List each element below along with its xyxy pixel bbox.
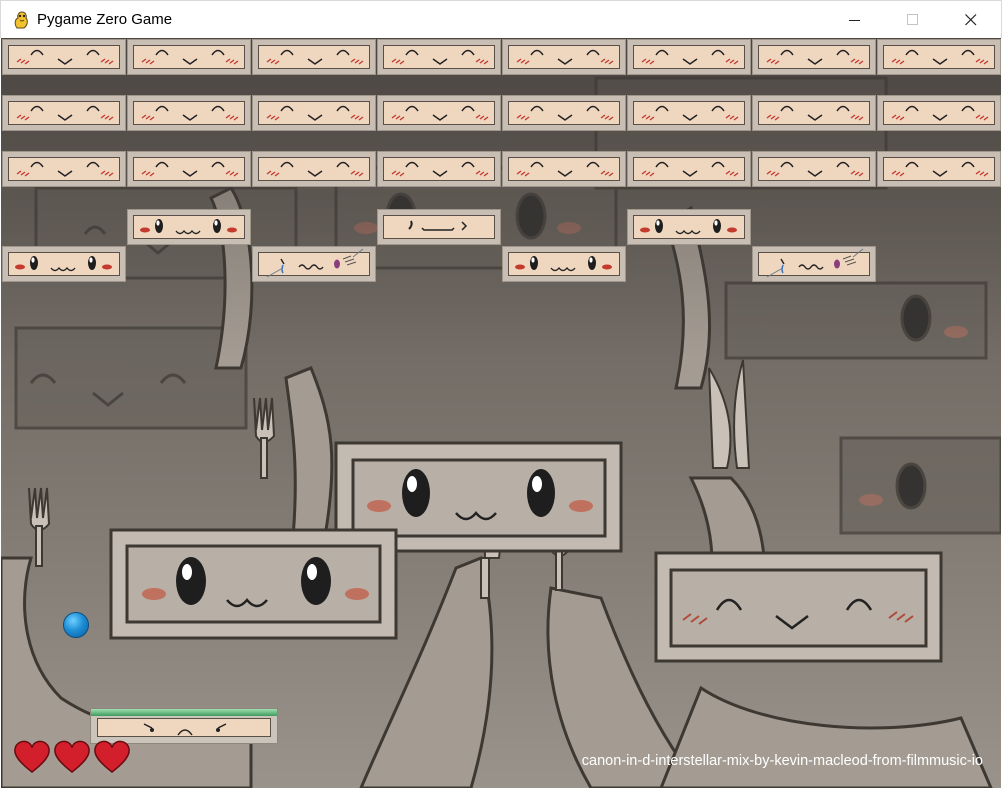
heart-icon bbox=[54, 740, 90, 773]
brick-annoyed bbox=[377, 208, 501, 245]
brick-eyes bbox=[2, 246, 126, 282]
crying-face-icon bbox=[766, 248, 864, 278]
heart-icon bbox=[14, 740, 50, 773]
happy-face-icon bbox=[766, 105, 864, 121]
close-icon bbox=[965, 14, 977, 26]
brick-happy bbox=[252, 151, 376, 187]
happy-face-icon bbox=[641, 49, 739, 65]
happy-face-icon bbox=[516, 49, 614, 65]
happy-face-icon bbox=[16, 49, 114, 65]
happy-face-icon bbox=[391, 161, 489, 177]
brick-eyes bbox=[627, 208, 751, 245]
happy-face-icon bbox=[141, 49, 239, 65]
eyes-face-icon bbox=[640, 218, 737, 234]
brick-happy bbox=[627, 95, 751, 131]
minimize-icon bbox=[849, 20, 860, 21]
close-button[interactable] bbox=[948, 1, 994, 39]
happy-face-icon bbox=[266, 49, 364, 65]
music-credit: canon-in-d-interstellar-mix-by-kevin-mac… bbox=[581, 753, 983, 769]
brick-happy bbox=[627, 151, 751, 187]
brick-happy bbox=[377, 39, 501, 75]
happy-face-icon bbox=[766, 161, 864, 177]
brick-happy bbox=[877, 151, 1001, 187]
happy-face-icon bbox=[766, 49, 864, 65]
happy-face-icon bbox=[16, 105, 114, 121]
brick-happy bbox=[627, 39, 751, 75]
brick-happy bbox=[752, 151, 876, 187]
happy-face-icon bbox=[516, 161, 614, 177]
paddle-face bbox=[97, 718, 271, 737]
ball bbox=[63, 612, 89, 638]
happy-face-icon bbox=[141, 105, 239, 121]
brick-happy bbox=[252, 95, 376, 131]
brick-happy bbox=[2, 151, 126, 187]
paddle-health-bar bbox=[91, 709, 277, 716]
crying-face-icon bbox=[266, 248, 364, 278]
brick-happy bbox=[127, 151, 251, 187]
brick-happy bbox=[2, 39, 126, 75]
minimize-button[interactable] bbox=[832, 1, 878, 39]
brick-happy bbox=[502, 95, 626, 131]
brick-happy bbox=[127, 95, 251, 131]
maximize-button[interactable] bbox=[890, 1, 936, 39]
brick-happy bbox=[127, 39, 251, 75]
happy-face-icon bbox=[141, 161, 239, 177]
maximize-icon bbox=[907, 14, 918, 25]
happy-face-icon bbox=[391, 105, 489, 121]
brick-eyes bbox=[502, 246, 626, 282]
happy-face-icon bbox=[266, 161, 364, 177]
brick-happy bbox=[252, 39, 376, 75]
happy-face-icon bbox=[641, 105, 739, 121]
eyes-face-icon bbox=[140, 218, 237, 234]
brick-happy bbox=[877, 95, 1001, 131]
brick-eyes bbox=[127, 208, 251, 245]
happy-face-icon bbox=[516, 105, 614, 121]
brick-happy bbox=[752, 39, 876, 75]
game-canvas[interactable]: canon-in-d-interstellar-mix-by-kevin-mac… bbox=[1, 38, 1001, 788]
brick-happy bbox=[2, 95, 126, 131]
window-titlebar[interactable]: Pygame Zero Game bbox=[0, 0, 1002, 38]
brick-happy bbox=[752, 95, 876, 131]
lives-indicator bbox=[13, 738, 131, 776]
annoyed-face-icon bbox=[408, 220, 468, 231]
heart-icon bbox=[94, 740, 130, 773]
happy-face-icon bbox=[891, 49, 989, 65]
brick-happy bbox=[502, 151, 626, 187]
happy-face-icon bbox=[391, 49, 489, 65]
angry-face-icon bbox=[143, 723, 227, 736]
happy-face-icon bbox=[16, 161, 114, 177]
brick-crying bbox=[752, 246, 876, 282]
window-title: Pygame Zero Game bbox=[37, 11, 173, 28]
brick-happy bbox=[377, 151, 501, 187]
brick-happy bbox=[502, 39, 626, 75]
eyes-face-icon bbox=[15, 256, 112, 272]
brick-crying bbox=[252, 246, 376, 282]
brick-happy bbox=[377, 95, 501, 131]
happy-face-icon bbox=[266, 105, 364, 121]
brick-happy bbox=[877, 39, 1001, 75]
happy-face-icon bbox=[641, 161, 739, 177]
happy-face-icon bbox=[891, 161, 989, 177]
eyes-face-icon bbox=[515, 256, 612, 272]
pygame-snake-icon bbox=[14, 11, 28, 29]
happy-face-icon bbox=[891, 105, 989, 121]
